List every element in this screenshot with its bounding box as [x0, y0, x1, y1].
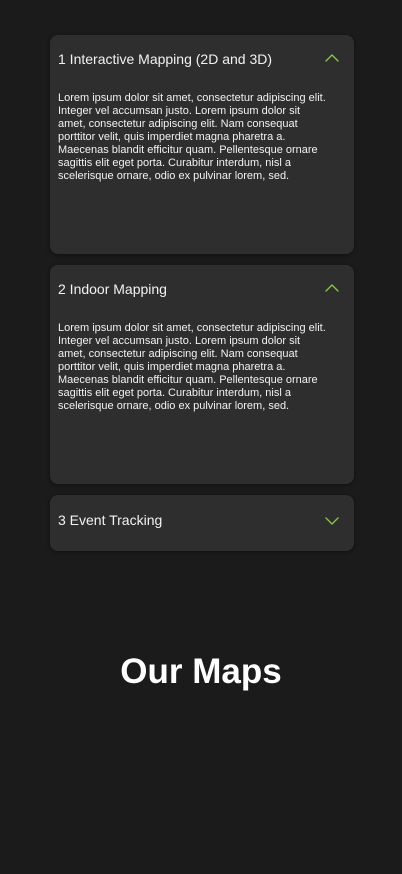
accordion-title: 1 Interactive Mapping (2D and 3D) — [58, 51, 272, 67]
section-heading: Our Maps — [120, 652, 282, 692]
chevron-up-icon[interactable] — [324, 282, 340, 294]
accordion-item-indoor-mapping: 2 Indoor Mapping Lorem ipsum dolor sit a… — [50, 265, 354, 484]
accordion-header-interactive-mapping[interactable]: 1 Interactive Mapping (2D and 3D) — [50, 35, 354, 81]
accordion-item-interactive-mapping: 1 Interactive Mapping (2D and 3D) Lorem … — [50, 35, 354, 254]
accordion-item-event-tracking: 3 Event Tracking — [50, 495, 354, 551]
accordion-body: Lorem ipsum dolor sit amet, consectetur … — [58, 322, 326, 412]
chevron-down-icon[interactable] — [324, 515, 340, 527]
accordion-title: 3 Event Tracking — [58, 512, 163, 528]
chevron-up-icon[interactable] — [324, 52, 340, 64]
accordion: 1 Interactive Mapping (2D and 3D) Lorem … — [50, 35, 354, 562]
accordion-body: Lorem ipsum dolor sit amet, consectetur … — [58, 92, 326, 182]
accordion-header-event-tracking[interactable]: 3 Event Tracking — [50, 495, 354, 551]
accordion-header-indoor-mapping[interactable]: 2 Indoor Mapping — [50, 265, 354, 311]
accordion-title: 2 Indoor Mapping — [58, 281, 167, 297]
